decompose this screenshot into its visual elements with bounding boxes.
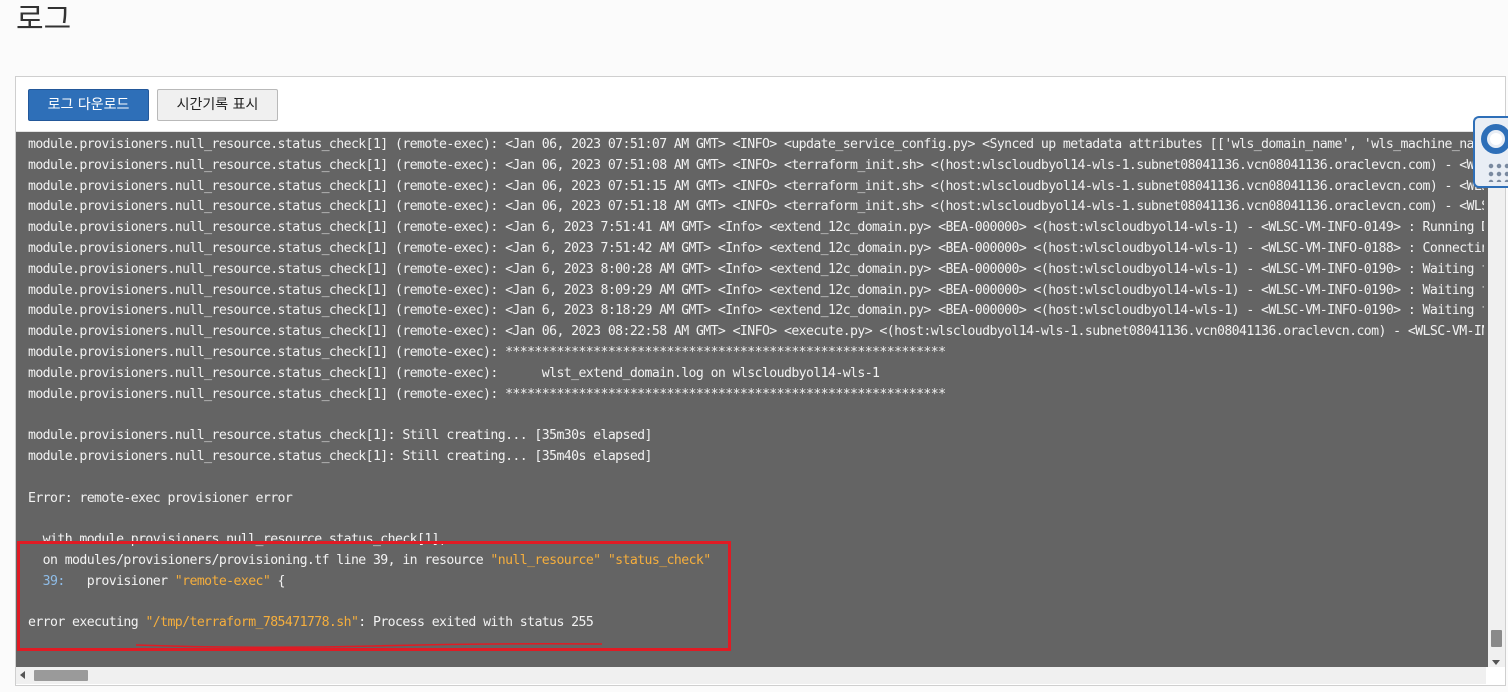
log-line: error executing "/tmp/terraform_78547177… <box>28 613 1484 634</box>
log-lines: module.provisioners.null_resource.status… <box>28 135 1484 634</box>
log-line: module.provisioners.null_resource.status… <box>28 343 1484 364</box>
log-line: module.provisioners.null_resource.status… <box>28 447 1484 468</box>
log-segment: provisioner <box>64 573 175 589</box>
lifebuoy-icon <box>1481 124 1508 154</box>
log-line: on modules/provisioners/provisioning.tf … <box>28 551 1484 572</box>
log-segment: 39: <box>28 573 66 589</box>
log-segment: module.provisioners.null_resource.status… <box>28 157 1484 173</box>
log-line: module.provisioners.null_resource.status… <box>28 426 1484 447</box>
log-line: module.provisioners.null_resource.status… <box>28 239 1484 260</box>
log-segment: module.provisioners.null_resource.status… <box>28 448 652 464</box>
log-segment: : Process exited with status 255 <box>358 615 594 631</box>
log-line: module.provisioners.null_resource.status… <box>28 218 1484 239</box>
log-segment: error executing <box>28 615 146 631</box>
log-segment: module.provisioners.null_resource.status… <box>28 240 1484 256</box>
horizontal-scrollbar[interactable] <box>16 667 1486 684</box>
log-segment: with module.provisioners.null_resource.s… <box>28 532 447 548</box>
log-line: Error: remote-exec provisioner error <box>28 489 1484 510</box>
log-line: with module.provisioners.null_resource.s… <box>28 530 1484 551</box>
log-segment: Error: remote-exec provisioner error <box>28 490 293 506</box>
log-segment: module.provisioners.null_resource.status… <box>28 365 880 381</box>
log-line: module.provisioners.null_resource.status… <box>28 364 1484 385</box>
vertical-scrollbar[interactable] <box>1488 132 1505 667</box>
log-line: module.provisioners.null_resource.status… <box>28 197 1484 218</box>
log-line: module.provisioners.null_resource.status… <box>28 281 1484 302</box>
error-underline-annotation <box>135 642 603 649</box>
log-segment: module.provisioners.null_resource.status… <box>28 220 1484 236</box>
scroll-down-arrow-icon[interactable] <box>1492 660 1500 665</box>
log-segment: module.provisioners.null_resource.status… <box>28 261 1484 277</box>
help-widget-button[interactable] <box>1473 116 1508 188</box>
log-line: module.provisioners.null_resource.status… <box>28 177 1484 198</box>
grid-dots-icon <box>1487 162 1508 182</box>
vertical-scroll-thumb[interactable] <box>1491 630 1502 647</box>
log-line: module.provisioners.null_resource.status… <box>28 301 1484 322</box>
scroll-left-arrow-icon[interactable] <box>20 671 25 679</box>
log-line: module.provisioners.null_resource.status… <box>28 260 1484 281</box>
log-line: module.provisioners.null_resource.status… <box>28 156 1484 177</box>
log-segment: module.provisioners.null_resource.status… <box>28 344 946 360</box>
log-toolbar: 로그 다운로드 시간기록 표시 <box>16 77 1505 132</box>
log-segment: module.provisioners.null_resource.status… <box>28 324 1484 340</box>
log-segment: "null_resource" "status_check" <box>490 552 711 568</box>
log-line: 39: provisioner "remote-exec" { <box>28 572 1484 593</box>
log-segment: "remote-exec" <box>174 573 271 589</box>
log-segment: module.provisioners.null_resource.status… <box>28 303 1484 319</box>
log-segment: module.provisioners.null_resource.status… <box>28 199 1484 215</box>
log-segment: module.provisioners.null_resource.status… <box>28 428 652 444</box>
horizontal-scroll-thumb[interactable] <box>34 670 88 681</box>
log-segment: "/tmp/terraform_785471778.sh" <box>145 615 359 631</box>
log-segment: on modules/provisioners/provisioning.tf … <box>28 552 491 568</box>
log-console[interactable]: module.provisioners.null_resource.status… <box>16 132 1503 667</box>
show-timestamps-button[interactable]: 시간기록 표시 <box>157 89 278 121</box>
log-panel: 로그 다운로드 시간기록 표시 module.provisioners.null… <box>15 76 1506 686</box>
log-line: module.provisioners.null_resource.status… <box>28 322 1484 343</box>
log-segment: { <box>270 573 286 589</box>
log-segment: module.provisioners.null_resource.status… <box>28 282 1484 298</box>
log-segment: module.provisioners.null_resource.status… <box>28 386 946 402</box>
log-segment: module.provisioners.null_resource.status… <box>28 178 1484 194</box>
log-line: module.provisioners.null_resource.status… <box>28 385 1484 406</box>
page-title: 로그 <box>16 2 72 37</box>
log-line: module.provisioners.null_resource.status… <box>28 135 1484 156</box>
download-log-button[interactable]: 로그 다운로드 <box>28 89 149 121</box>
log-segment: module.provisioners.null_resource.status… <box>28 137 1484 152</box>
